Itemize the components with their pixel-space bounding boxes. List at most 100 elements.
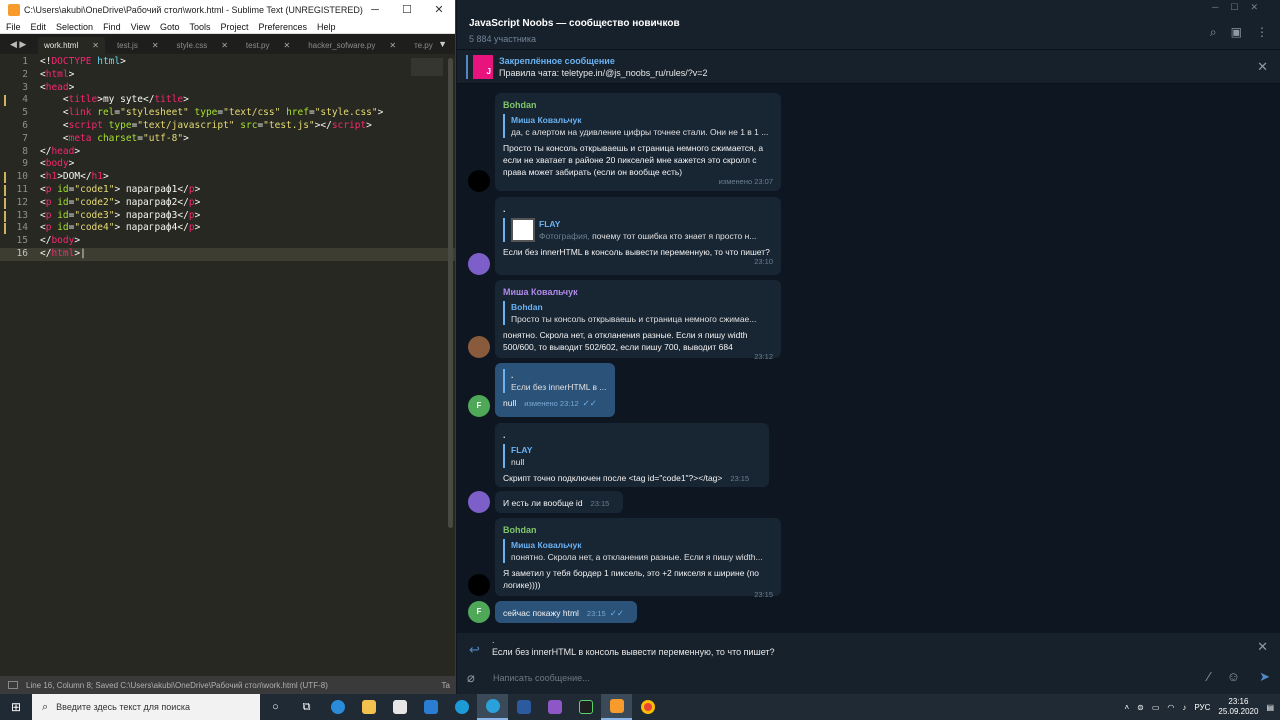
tab-work-html[interactable]: work.html ✕ (38, 37, 105, 54)
avatar[interactable]: F (468, 395, 490, 417)
message-bubble[interactable]: И есть ли вообще id 23:15 (495, 491, 623, 513)
close-icon[interactable]: ✕ (423, 0, 455, 20)
menu-selection[interactable]: Selection (56, 22, 93, 32)
avatar[interactable] (468, 253, 490, 275)
avatar[interactable] (468, 491, 490, 513)
line-number: 3 (22, 81, 28, 93)
line-number: 16 (16, 247, 28, 259)
visual-studio-icon[interactable] (539, 694, 570, 720)
menu-project[interactable]: Project (220, 22, 248, 32)
reply-quote[interactable]: FLAY null (503, 444, 761, 468)
tray-expand-icon[interactable]: ˄ (1124, 703, 1129, 712)
code-line: <html> (40, 68, 75, 80)
cancel-reply-icon[interactable]: ✕ (1257, 639, 1268, 655)
message-bubble[interactable]: Bohdan Миша Ковальчук понятно. Скрола не… (495, 518, 781, 599)
battery-icon[interactable]: ▭ (1152, 703, 1160, 712)
attach-icon[interactable]: ⌀ (467, 670, 475, 686)
wifi-icon[interactable]: ◠ (1167, 703, 1174, 712)
window-controls-icon[interactable]: ─☐✕ (1212, 2, 1270, 13)
network-icon[interactable]: ⊜ (1137, 703, 1144, 712)
skype-icon[interactable] (446, 694, 477, 720)
avatar[interactable] (468, 336, 490, 358)
message-author[interactable]: Bohdan (503, 524, 773, 536)
tab-hacker-sofware-py[interactable]: hacker_sofware.py ✕ (302, 37, 402, 54)
menu-view[interactable]: View (131, 22, 150, 32)
tab-style-css[interactable]: style.css ✕ (171, 37, 234, 54)
message-author[interactable]: . (503, 203, 773, 215)
code-editor[interactable]: 1 <!DOCTYPE html> 2 <html> 3 <head> 4 <titl… (0, 56, 456, 676)
close-tab-icon[interactable]: ✕ (92, 41, 99, 50)
editor-scrollbar[interactable] (448, 58, 453, 528)
message-bubble[interactable]: . FLAY Фотография, почему тот ошибка кто… (495, 197, 781, 275)
reply-quote[interactable]: Bohdan Просто ты консоль открываешь и ст… (503, 301, 773, 325)
tab-size-indicator[interactable]: Ta (442, 681, 450, 690)
cortana-icon[interactable]: ○ (260, 694, 291, 720)
task-view-icon[interactable]: ⧉ (291, 694, 322, 720)
powershell-icon[interactable] (508, 694, 539, 720)
store-icon[interactable] (384, 694, 415, 720)
mail-icon[interactable] (415, 694, 446, 720)
close-tab-icon[interactable]: ✕ (389, 41, 396, 50)
clock[interactable]: 23:16 25.09.2020 (1218, 697, 1258, 717)
taskbar-search[interactable]: ⌕ Введите здесь текст для поиска (32, 694, 260, 720)
close-tab-icon[interactable]: ✕ (152, 41, 159, 50)
message-time: изменено 23:12 (524, 399, 579, 408)
message-author[interactable]: Миша Ковальчук (503, 286, 773, 298)
send-icon[interactable]: ➤ (1259, 669, 1270, 685)
windows-start-icon[interactable]: ⊞ (0, 694, 32, 720)
avatar[interactable] (468, 170, 490, 192)
menu-tools[interactable]: Tools (189, 22, 210, 32)
message-author[interactable]: Bohdan (503, 99, 773, 111)
chat-header[interactable]: JavaScript Noobs — сообщество новичков 5… (457, 0, 1280, 50)
menu-file[interactable]: File (6, 22, 21, 32)
tab-test-js[interactable]: test.js ✕ (111, 37, 165, 54)
reply-quote[interactable]: Миша Ковальчук понятно. Скрола нет, а от… (503, 539, 773, 563)
notifications-icon[interactable]: ▤ (1266, 703, 1274, 712)
reply-preview-bar[interactable]: ↩ . Если без innerHTML в консоль вывести… (457, 633, 1280, 663)
reply-quote[interactable]: FLAY Фотография, почему тот ошибка кто з… (503, 218, 773, 242)
minimap[interactable] (411, 58, 443, 76)
volume-icon[interactable]: ♪ (1182, 703, 1186, 712)
pinned-message-bar[interactable]: J Закреплённое сообщение Правила чата: t… (457, 50, 1280, 84)
tab-nav-arrows-icon[interactable]: ◀ ▶ (0, 34, 38, 54)
message-time: 23:15 (590, 499, 610, 508)
message-bubble[interactable]: . Если без innerHTML в ... null изменено … (495, 363, 615, 417)
avatar[interactable] (468, 574, 490, 596)
avatar[interactable]: F (468, 601, 490, 623)
message-bubble[interactable]: . FLAY null Скрипт точно подключен после… (495, 423, 769, 487)
tab-te-py[interactable]: те.py (408, 37, 439, 54)
panel-toggle-icon[interactable] (8, 681, 18, 689)
search-icon[interactable]: ⌕ (1210, 25, 1217, 40)
minimize-icon[interactable]: ─ (359, 0, 391, 20)
message-bubble[interactable]: Миша Ковальчук Bohdan Просто ты консоль … (495, 280, 781, 361)
emoji-icon[interactable]: ☺ (1227, 669, 1240, 684)
menu-help[interactable]: Help (317, 22, 336, 32)
more-icon[interactable]: ⋮ (1256, 25, 1268, 40)
sublime-taskbar-icon[interactable] (601, 694, 632, 720)
file-explorer-icon[interactable] (353, 694, 384, 720)
menu-goto[interactable]: Goto (160, 22, 180, 32)
close-tab-icon[interactable]: ✕ (221, 41, 228, 50)
menu-edit[interactable]: Edit (31, 22, 47, 32)
message-author[interactable]: . (503, 429, 761, 441)
message-bubble[interactable]: сейчас покажу html 23:15 ✓✓ (495, 601, 637, 623)
pycharm-icon[interactable] (570, 694, 601, 720)
edge-icon[interactable] (322, 694, 353, 720)
chat-title[interactable]: JavaScript Noobs — сообщество новичков (469, 18, 680, 29)
reply-quote[interactable]: . Если без innerHTML в ... (503, 369, 607, 393)
command-icon[interactable]: ⁄ (1208, 669, 1210, 684)
message-bubble[interactable]: Bohdan Миша Ковальчук да, с алертом на у… (495, 93, 781, 191)
menu-find[interactable]: Find (103, 22, 121, 32)
tab-dropdown-icon[interactable]: ▼ (438, 39, 447, 49)
maximize-icon[interactable]: ☐ (391, 0, 423, 20)
tab-test-py[interactable]: test.py ✕ (240, 37, 296, 54)
chrome-icon[interactable] (632, 694, 663, 720)
message-input[interactable]: Написать сообщение... (493, 673, 590, 683)
close-tab-icon[interactable]: ✕ (284, 41, 291, 50)
sidebar-toggle-icon[interactable]: ▣ (1231, 25, 1242, 40)
menu-preferences[interactable]: Preferences (258, 22, 307, 32)
reply-quote[interactable]: Миша Ковальчук да, с алертом на удивлени… (503, 114, 773, 138)
language-indicator[interactable]: РУС (1194, 703, 1210, 712)
close-pinned-icon[interactable]: ✕ (1257, 59, 1268, 75)
telegram-taskbar-icon[interactable] (477, 694, 508, 720)
